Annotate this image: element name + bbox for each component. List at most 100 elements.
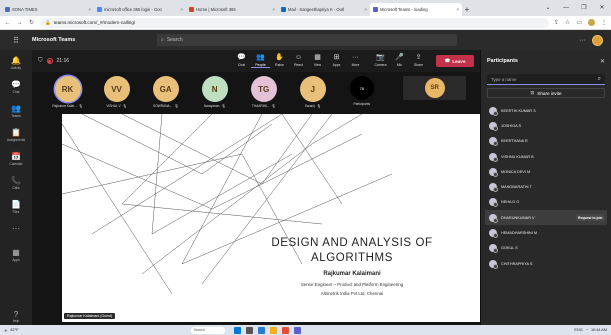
participant-list-avatar [489, 167, 498, 177]
rail-item-calendar[interactable]: 📅 Calendar [10, 152, 23, 172]
participant-list-item[interactable]: MANOBARATHI T [485, 179, 607, 194]
forward-icon[interactable]: → [16, 20, 23, 26]
toolbar-people-button[interactable]: 👥 People [251, 54, 270, 68]
rail-item-label: Files [12, 210, 20, 214]
participant-tile[interactable]: GA GOWRANA... 🎙 [144, 76, 187, 108]
teams-icon: 👥 [11, 104, 21, 113]
leave-button[interactable]: ☎ Leave [436, 55, 474, 67]
toolbar-view-button[interactable]: ▦ View [308, 54, 327, 68]
tab-close-icon[interactable]: × [273, 7, 275, 12]
assignments-icon: 📋 [11, 128, 21, 137]
close-icon[interactable]: ✕ [600, 58, 605, 65]
toolbar-mic-button[interactable]: 🎤 Mic [390, 54, 409, 68]
participant-list-item[interactable]: CHITHRAPRIYA S [485, 256, 607, 271]
share-invite-button[interactable]: ⊡ Share invite [487, 88, 605, 98]
participant-tile[interactable]: J Saranij 🎙 [291, 76, 334, 108]
rail-item-label: Assignments [6, 138, 26, 142]
participant-list-item[interactable]: NEHA D G [485, 195, 607, 210]
browser-menu-icon[interactable]: ⋮ [601, 19, 607, 26]
teams-icon[interactable] [294, 326, 302, 334]
slide-author: Rajkumar Kalaimani [323, 271, 381, 277]
folder-icon[interactable] [270, 326, 278, 334]
url-field[interactable]: 🔒 teams.microsoft.com/_#/modern-calling/ [40, 17, 549, 28]
participant-list-item[interactable]: KEERTHANA R [485, 134, 607, 149]
participant-list-item[interactable]: VISHNU KUMAR B [485, 149, 607, 164]
clock: 10:44 AM [590, 328, 607, 332]
rail-item-teams[interactable]: 👥 Teams [11, 104, 21, 124]
search-box[interactable]: ⌕ Search [157, 34, 457, 46]
participant-name: THAARINI... [251, 104, 270, 108]
profile-avatar[interactable] [588, 19, 595, 26]
participant-list-item[interactable]: JOSHIGA S [485, 118, 607, 133]
toolbar-button-label: Raise [275, 63, 284, 67]
app-launcher-icon[interactable]: ⠿ [0, 36, 32, 45]
tab-favicon [281, 7, 286, 12]
mic-off-icon: 🎙 [221, 104, 226, 108]
tab-close-icon[interactable]: × [365, 7, 367, 12]
user-avatar[interactable] [592, 34, 603, 46]
close-window-button[interactable]: ✕ [593, 0, 611, 16]
participant-list-item[interactable]: KEERTHI KUMAR S [485, 103, 607, 118]
participant-list-item[interactable]: DHARUNKUMAR V Request to join [485, 210, 607, 226]
restore-button[interactable]: ❐ [575, 0, 593, 16]
toolbar-chat-button[interactable]: 💬 Chat [232, 54, 251, 68]
recording-icon [46, 58, 53, 64]
back-icon[interactable]: ← [4, 20, 11, 26]
browser-tab[interactable]: microsoft office 365 login - Goo × [94, 3, 186, 16]
tab-list-icon[interactable]: ⌄ [539, 0, 557, 16]
more-options-icon[interactable]: ··· [579, 37, 586, 44]
browser-tab[interactable]: Home | Microsoft 365 × [186, 3, 278, 16]
start-icon[interactable] [234, 326, 242, 334]
tab-close-icon[interactable]: × [457, 7, 459, 12]
participant-tile[interactable]: TG THAARINI... 🎙 [242, 76, 285, 108]
toolbar-raise-hand-button[interactable]: ✋ Raise [270, 54, 289, 68]
rail-help[interactable]: ? Help [0, 310, 32, 323]
rail-item-assignments[interactable]: 📋 Assignments [7, 128, 25, 148]
participant-count-tile[interactable]: 78 Participants [340, 76, 383, 106]
participant-tile[interactable]: RK Rajkumar Kalai... 🎙 [46, 76, 89, 108]
browser-tab[interactable]: SONA TIMES × [2, 3, 94, 16]
browser-tab[interactable]: Microsoft Teams - loading × [370, 3, 462, 16]
rail-item-apps[interactable]: ▦ Apps [12, 248, 20, 268]
reload-icon[interactable]: ↻ [28, 19, 35, 26]
tab-close-icon[interactable]: × [89, 7, 91, 12]
rail-item-calls[interactable]: 📞 Calls [11, 176, 21, 196]
app-title: Microsoft Teams [32, 37, 76, 43]
taskbar-search[interactable]: Search [191, 326, 226, 334]
participant-tile[interactable]: N Narayanan 🎙 [193, 76, 236, 108]
rail-item-bell[interactable]: 🔔 Activity [11, 56, 21, 76]
participant-list-item[interactable]: MONICA DEVI M [485, 164, 607, 179]
request-to-join-button[interactable]: Request to join [575, 214, 605, 222]
mic-off-icon: 🎙 [122, 104, 127, 108]
browser-tab[interactable]: Mail - Sangeethapriya K - Outl × [278, 3, 370, 16]
new-tab-button[interactable]: + [462, 3, 472, 16]
participant-tile[interactable]: VV VISHAL V 🎙 [95, 76, 138, 108]
rail-item-more[interactable]: ··· [12, 224, 20, 244]
wifi-icon[interactable]: ◔ [586, 328, 588, 332]
participant-list-item[interactable]: HEMADHARSHINI M [485, 225, 607, 240]
minimize-button[interactable]: — [557, 0, 575, 16]
browser-icon[interactable] [258, 326, 266, 334]
participant-search-input[interactable]: Type a name ⌕ [487, 74, 605, 85]
calls-icon: 📞 [11, 176, 21, 185]
participant-avatar: GA [152, 76, 179, 102]
toolbar-share-button[interactable]: ⇪ Share [409, 54, 428, 68]
toolbar-react-button[interactable]: ☺ React [289, 54, 308, 68]
bookmark-star-icon[interactable]: ☆ [565, 19, 570, 26]
toolbar-camera-button[interactable]: 📷 Camera [371, 54, 390, 68]
tab-close-icon[interactable]: × [181, 7, 183, 12]
toolbar-apps-button[interactable]: ⊞ Apps [327, 54, 346, 68]
sidebar-icon[interactable]: ▭ [576, 19, 582, 26]
camera-icon: 📷 [376, 54, 385, 61]
participant-list-item[interactable]: GOKUL S [485, 241, 607, 256]
rail-item-files[interactable]: 📄 Files [11, 200, 21, 220]
share-page-icon[interactable]: ⇪ [554, 19, 559, 26]
apps-icon: ⊞ [333, 54, 340, 61]
task-view-icon[interactable] [246, 326, 254, 334]
rail-item-chat[interactable]: 💬 Chat [11, 80, 21, 100]
toolbar-more-button[interactable]: ··· More [346, 54, 365, 68]
chrome-icon[interactable] [282, 326, 290, 334]
participant-list-name: NEHA D G [501, 200, 520, 205]
rail-item-label: Chat [12, 90, 20, 94]
participant-name-row: Narayanan 🎙 [204, 104, 226, 108]
